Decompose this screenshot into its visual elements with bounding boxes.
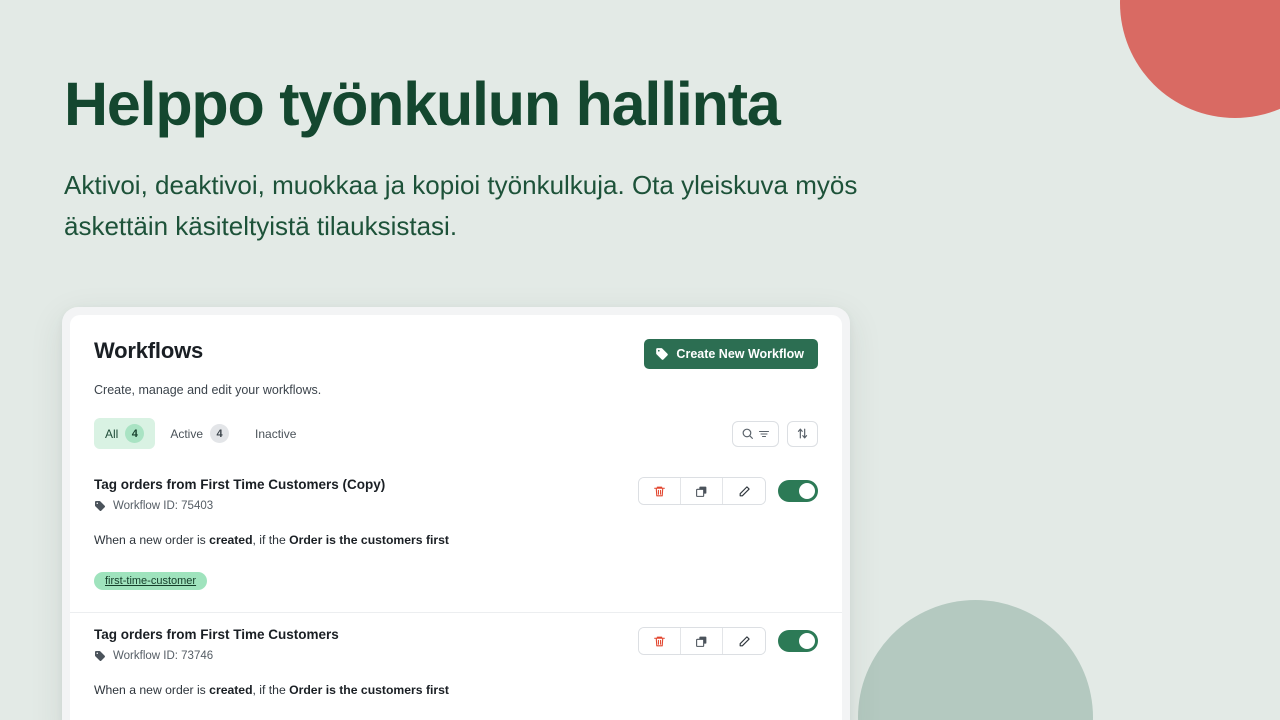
workflows-app-card: Workflows Create New Workflow Create, ma… <box>70 315 842 720</box>
workflow-description-prefix: When a new order is <box>94 533 210 547</box>
trash-icon <box>653 485 666 498</box>
tab-active[interactable]: Active 4 <box>159 418 240 449</box>
filter-icon <box>758 428 770 440</box>
tag-icon <box>655 347 669 361</box>
page-subheadline: Aktivoi, deaktivoi, muokkaa ja kopioi ty… <box>64 170 858 242</box>
decorative-circle-sage <box>858 600 1093 720</box>
toggle-knob <box>799 633 815 650</box>
workflow-tag-row: first-time-customer <box>94 571 818 591</box>
tab-active-badge: 4 <box>210 424 230 443</box>
card-description: Create, manage and edit your workflows. <box>94 383 322 397</box>
pencil-icon <box>738 635 751 648</box>
workflow-description: When a new order is created, if the Orde… <box>94 531 818 549</box>
workflow-enabled-toggle[interactable] <box>778 630 818 653</box>
workflow-id-label: Workflow ID: 75403 <box>113 500 214 512</box>
edit-workflow-button[interactable] <box>723 628 765 655</box>
card-header: Workflows Create New Workflow Create, ma… <box>70 315 842 449</box>
sort-button[interactable] <box>787 420 818 447</box>
copy-icon <box>695 635 708 648</box>
tab-inactive-label: Inactive <box>255 426 297 441</box>
pencil-icon <box>738 485 751 498</box>
workflow-name: Tag orders from First Time Customers <box>94 627 339 643</box>
workflow-actions <box>638 627 818 656</box>
workflow-actions <box>638 477 818 505</box>
workflow-row[interactable]: Tag orders from First Time Customers (Co… <box>70 463 842 612</box>
duplicate-workflow-button[interactable] <box>681 478 723 504</box>
workflow-id: Workflow ID: 75403 <box>94 500 385 512</box>
trash-icon <box>653 635 666 648</box>
create-new-workflow-label: Create New Workflow <box>676 347 804 361</box>
edit-workflow-button[interactable] <box>723 478 765 504</box>
tab-all-badge: 4 <box>125 424 145 443</box>
tab-all-label: All <box>105 426 119 441</box>
workflow-trigger: created <box>209 533 253 547</box>
decorative-circle-red <box>1120 0 1280 118</box>
device-frame: Workflows Create New Workflow Create, ma… <box>62 307 850 720</box>
workflow-description-middle: , if the <box>252 683 290 698</box>
workflow-description-middle: , if the <box>252 533 290 547</box>
list-toolbar <box>732 420 818 447</box>
page-title: Workflows <box>94 338 204 363</box>
search-icon <box>741 427 754 440</box>
delete-workflow-button[interactable] <box>639 478 681 504</box>
tag-icon <box>94 650 106 662</box>
workflow-description: When a new order is created, if the Orde… <box>94 681 818 699</box>
filter-tabs: All 4 Active 4 Inactive <box>94 418 307 449</box>
tab-active-label: Active <box>170 426 204 441</box>
workflow-trigger: created <box>209 683 253 698</box>
workflow-description-prefix: When a new order is <box>94 683 210 698</box>
duplicate-workflow-button[interactable] <box>681 628 723 655</box>
tabs-toolbar-row: All 4 Active 4 Inactive <box>94 418 818 449</box>
workflow-id-label: Workflow ID: 73746 <box>113 650 214 663</box>
search-filter-button[interactable] <box>732 420 779 447</box>
sort-arrows-icon <box>796 427 809 440</box>
workflow-id: Workflow ID: 73746 <box>94 650 339 662</box>
workflow-condition: Order is the customers first <box>289 683 449 698</box>
workflow-name: Tag orders from First Time Customers (Co… <box>94 477 386 492</box>
workflow-list: Tag orders from First Time Customers (Co… <box>70 463 842 720</box>
workflow-enabled-toggle[interactable] <box>778 480 818 502</box>
create-new-workflow-button[interactable]: Create New Workflow <box>644 339 818 369</box>
hero-section: Helppo työnkulun hallinta Aktivoi, deakt… <box>64 74 984 247</box>
delete-workflow-button[interactable] <box>639 628 681 655</box>
workflow-tag-chip[interactable]: first-time-customer <box>94 572 208 591</box>
tab-inactive[interactable]: Inactive <box>244 421 307 447</box>
tag-icon <box>94 500 106 512</box>
copy-icon <box>695 485 708 498</box>
tab-all[interactable]: All 4 <box>94 418 156 449</box>
workflow-row[interactable]: Tag orders from First Time Customers Wor… <box>70 612 842 720</box>
workflow-condition: Order is the customers first <box>289 533 449 547</box>
toggle-knob <box>799 483 815 499</box>
page-headline: Helppo työnkulun hallinta <box>64 70 781 138</box>
